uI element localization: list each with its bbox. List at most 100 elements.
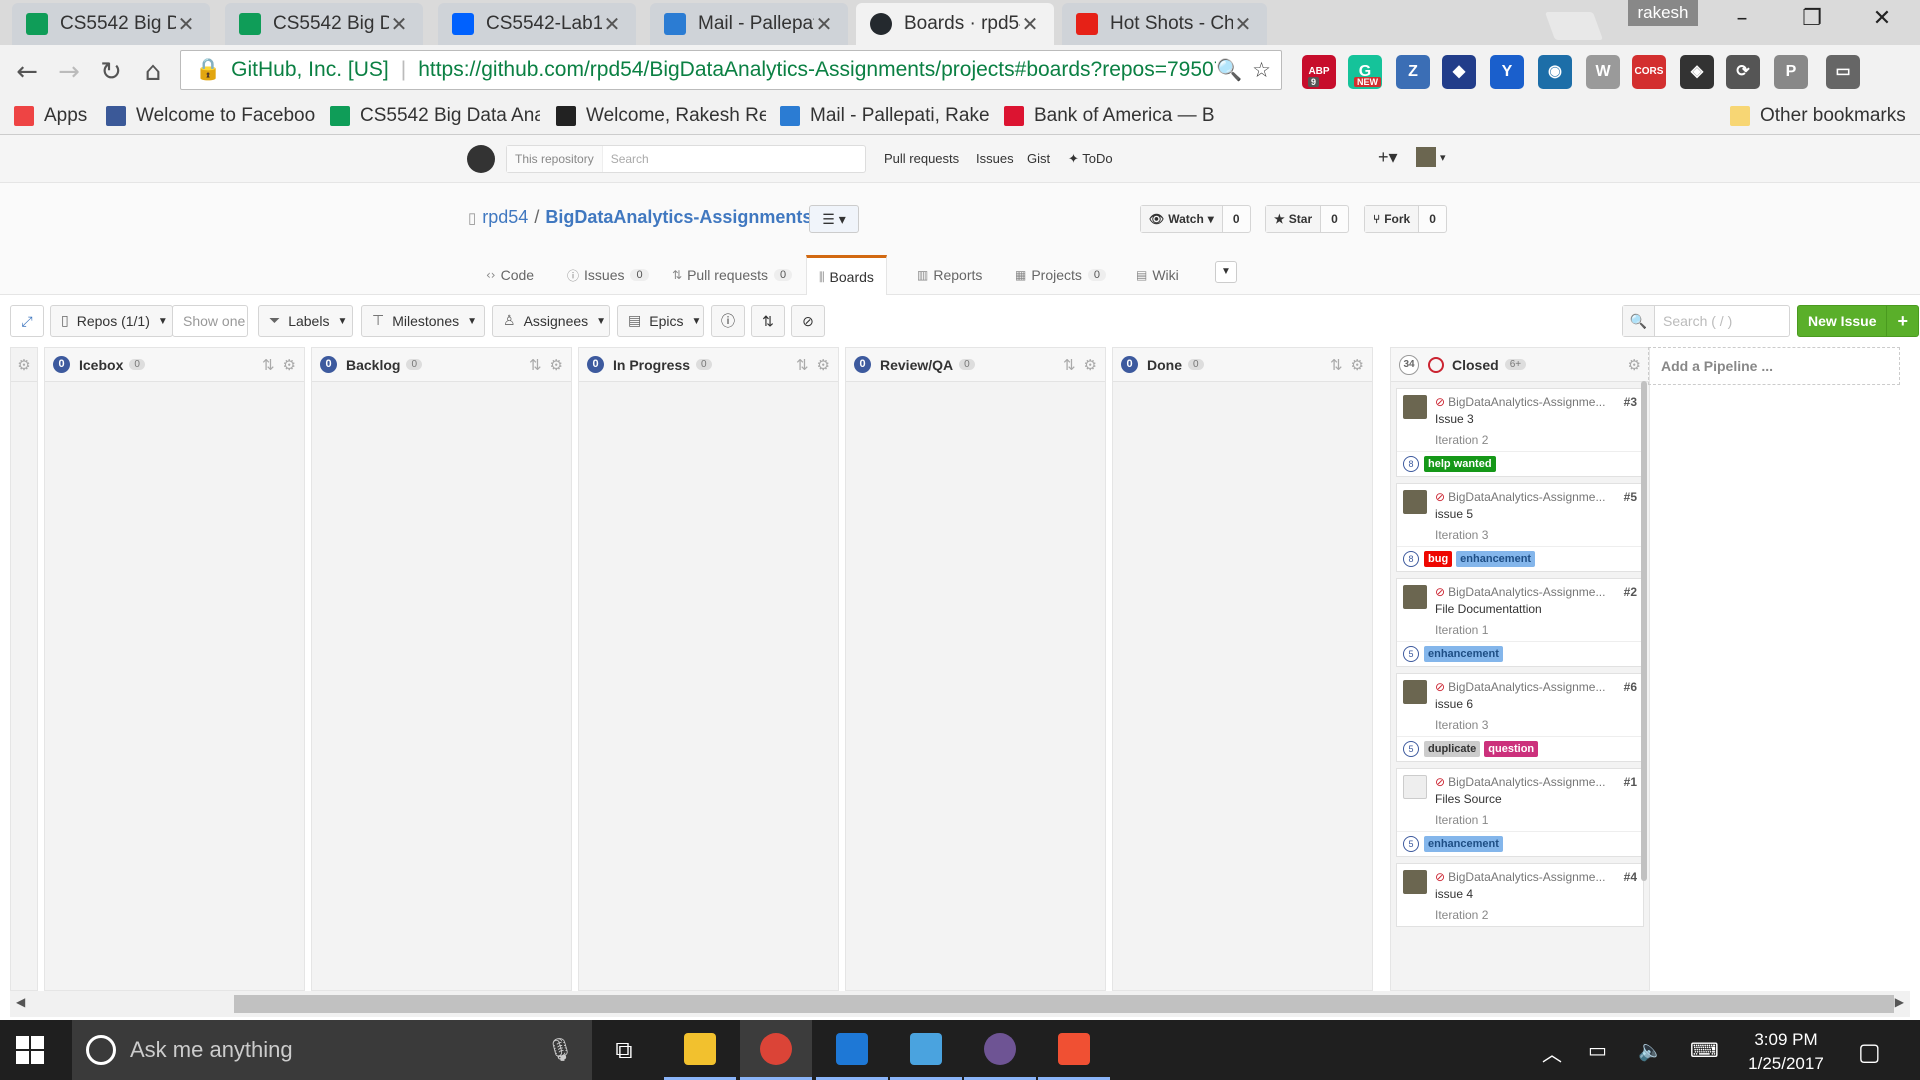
- label-bug[interactable]: bug: [1424, 551, 1453, 567]
- home-icon[interactable]: ⌂: [136, 55, 170, 89]
- battery-icon[interactable]: ▭: [1588, 1038, 1607, 1062]
- issue-title[interactable]: Files Source: [1435, 792, 1637, 806]
- new-issue-button[interactable]: New Issue +: [1797, 305, 1919, 337]
- microphone-icon[interactable]: 🎙: [546, 1038, 574, 1063]
- gear-icon[interactable]: ⚙: [11, 348, 37, 382]
- tab-issues[interactable]: ⓘ Issues 0: [555, 255, 661, 295]
- volume-icon[interactable]: 🔈: [1638, 1038, 1663, 1062]
- bookmark-item[interactable]: Apps: [14, 101, 87, 131]
- pull-requests-toggle-icon[interactable]: ⇅: [751, 305, 785, 337]
- back-icon[interactable]: ←: [10, 55, 44, 89]
- sort-icon[interactable]: ⇅: [796, 356, 809, 374]
- cast-icon[interactable]: ▭: [1826, 55, 1860, 89]
- sort-icon[interactable]: ⇅: [1330, 356, 1343, 374]
- repos-filter-button[interactable]: ▯ Repos (1/1) ▼: [50, 305, 173, 337]
- scroll-left-icon[interactable]: ◀: [16, 995, 25, 1009]
- bookmark-item[interactable]: Bank of America — Ba: [1004, 101, 1214, 131]
- watch-button[interactable]: 👁 Watch ▾ 0: [1140, 205, 1251, 233]
- assignees-filter-button[interactable]: ♙ Assignees ▼: [492, 305, 610, 337]
- closed-scrollbar[interactable]: [1641, 381, 1647, 881]
- label-help-wanted[interactable]: help wanted: [1424, 456, 1496, 472]
- windows-start-icon[interactable]: [16, 1036, 44, 1064]
- issue-title[interactable]: Issue 3: [1435, 412, 1637, 426]
- epics-filter-button[interactable]: ▤ Epics ▼: [617, 305, 704, 337]
- yoast-icon[interactable]: Y: [1490, 55, 1524, 89]
- close-icon[interactable]: ✕: [602, 12, 622, 37]
- issue-title[interactable]: issue 4: [1435, 887, 1637, 901]
- user-menu[interactable]: ▾: [1416, 147, 1446, 167]
- avatar[interactable]: [1403, 680, 1427, 704]
- cortana-search-input[interactable]: Ask me anything 🎙: [72, 1020, 592, 1080]
- profile-button[interactable]: rakesh: [1628, 0, 1698, 26]
- address-bar[interactable]: 🔒 GitHub, Inc. [US] | https://github.com…: [180, 50, 1282, 90]
- label-question[interactable]: question: [1484, 741, 1539, 757]
- labels-filter-button[interactable]: ⏷ Labels ▼: [258, 305, 353, 337]
- sort-icon[interactable]: ⇅: [529, 356, 542, 374]
- label-enhancement[interactable]: enhancement: [1456, 551, 1536, 567]
- task-view-icon[interactable]: ⧉: [588, 1020, 660, 1080]
- board-search-input[interactable]: 🔍 Search ( / ): [1622, 305, 1790, 337]
- sort-icon[interactable]: ⇅: [1063, 356, 1076, 374]
- github-desktop-taskbar-button[interactable]: [964, 1020, 1036, 1080]
- tab-boards[interactable]: ⫼ Boards: [806, 255, 887, 296]
- close-icon[interactable]: ✕: [176, 12, 196, 37]
- file-explorer-taskbar-button[interactable]: [664, 1020, 736, 1080]
- bookmark-item[interactable]: Mail - Pallepati, Rakes: [780, 101, 990, 131]
- repo-owner-link[interactable]: rpd54: [482, 207, 528, 228]
- gear-icon[interactable]: ⚙: [817, 356, 830, 374]
- issue-title[interactable]: issue 6: [1435, 697, 1637, 711]
- watch-count[interactable]: 0: [1223, 212, 1250, 226]
- wikiwand-icon[interactable]: W: [1586, 55, 1620, 89]
- plus-icon[interactable]: +: [1887, 311, 1918, 332]
- gear-icon[interactable]: ⚙: [1628, 356, 1641, 374]
- github-search-input[interactable]: This repository Search: [506, 145, 866, 173]
- horizontal-scrollbar[interactable]: ◀ ▶: [10, 991, 1910, 1017]
- issue-card[interactable]: ⊘ BigDataAnalytics-Assignme... #2 File Docu…: [1396, 578, 1644, 667]
- add-pipeline-input[interactable]: Add a Pipeline ...: [1648, 347, 1900, 385]
- browser-tab[interactable]: CS5542 Big Data An✕: [225, 3, 423, 45]
- bookmark-star-icon[interactable]: ☆: [1252, 58, 1271, 82]
- restore-icon[interactable]: ❐: [1782, 6, 1842, 36]
- issue-title[interactable]: File Documentattion: [1435, 602, 1637, 616]
- other-bookmarks[interactable]: Other bookmarks: [1730, 101, 1906, 131]
- action-center-icon[interactable]: ▢: [1858, 1038, 1881, 1066]
- close-icon[interactable]: ✕: [1020, 12, 1040, 37]
- code-icon[interactable]: ◈: [1680, 55, 1714, 89]
- p-icon[interactable]: P: [1774, 55, 1808, 89]
- browser-tab[interactable]: Hot Shots - Chicken✕: [1062, 3, 1267, 45]
- bookmark-item[interactable]: Welcome to Facebook: [106, 101, 316, 131]
- fork-button[interactable]: ⑂ Fork 0: [1364, 205, 1447, 233]
- gear-icon[interactable]: ⚙: [1084, 356, 1097, 374]
- nav-todo[interactable]: ✦ ToDo: [1068, 151, 1113, 167]
- sync-icon[interactable]: ⟳: [1726, 55, 1760, 89]
- label-enhancement[interactable]: enhancement: [1424, 836, 1503, 852]
- label-duplicate[interactable]: duplicate: [1424, 741, 1481, 757]
- zoom-icon[interactable]: 🔍: [1216, 58, 1242, 83]
- close-icon[interactable]: ✕: [389, 12, 409, 37]
- browser-tab[interactable]: CS5542 Big Data An✕: [12, 3, 210, 45]
- avatar[interactable]: [1403, 490, 1427, 514]
- show-hidden-icons-icon[interactable]: ︿: [1542, 1038, 1562, 1067]
- repo-name-link[interactable]: BigDataAnalytics-Assignments: [545, 207, 812, 228]
- browser-tab[interactable]: Boards · rpd54/BigD✕: [856, 3, 1054, 45]
- issue-card[interactable]: ⊘ BigDataAnalytics-Assignme... #1 Files Sou…: [1396, 768, 1644, 857]
- clock[interactable]: 3:09 PM 1/25/2017: [1744, 1028, 1828, 1076]
- tab-wiki[interactable]: ▤ Wiki: [1124, 255, 1191, 295]
- closed-toggle-icon[interactable]: ⊘: [791, 305, 825, 337]
- gear-icon[interactable]: ⚙: [283, 356, 296, 374]
- expand-icon[interactable]: ⤢: [10, 305, 44, 337]
- reload-icon[interactable]: ↻: [94, 55, 128, 89]
- issue-card[interactable]: ⊘BigDataAnalytics-Assignme... #4 issue 4 ⊤I…: [1396, 863, 1644, 927]
- scroll-right-icon[interactable]: ▶: [1895, 995, 1904, 1009]
- tab-projects[interactable]: ▦ Projects 0: [1003, 255, 1118, 295]
- tab-pull-requests[interactable]: ⇅ Pull requests 0: [660, 255, 804, 295]
- scrollbar-thumb[interactable]: [234, 995, 1894, 1013]
- browser-tab[interactable]: CS5542-Lab1.docx✕: [438, 3, 636, 45]
- gear-icon[interactable]: ⚙: [1351, 356, 1364, 374]
- tab-code[interactable]: ‹› Code: [474, 255, 546, 295]
- create-new-icon[interactable]: +▾: [1378, 147, 1398, 168]
- extension-icon[interactable]: ◆: [1442, 55, 1476, 89]
- more-nav-chevron-down-icon[interactable]: ▼: [1215, 261, 1237, 283]
- bookmark-item[interactable]: CS5542 Big Data Anal: [330, 101, 540, 131]
- browser-tab[interactable]: Mail - Pallepati, Rake✕: [650, 3, 848, 45]
